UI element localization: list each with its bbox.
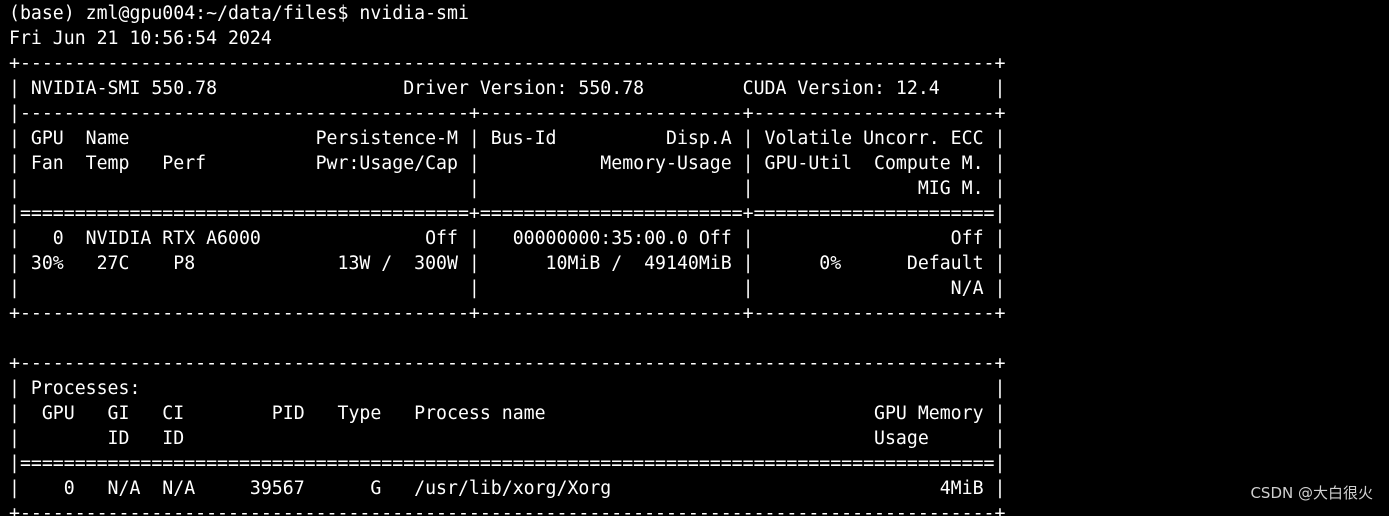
gpu-table-data-row-2: | 30% 27C P8 13W / 300W | 10MiB / 49140M…	[9, 253, 1006, 274]
process-table-double-separator: |=======================================…	[9, 453, 1006, 474]
gpu-table-header-row-1: | GPU Name Persistence-M | Bus-Id Disp.A…	[9, 128, 1006, 149]
gpu-table-double-separator: |=======================================…	[9, 203, 1006, 224]
gpu-table-header-row-3: | | | MIG M. |	[9, 178, 1006, 199]
gpu-table-top-border: +---------------------------------------…	[9, 53, 1006, 74]
gpu-table-data-row-1: | 0 NVIDIA RTX A6000 Off | 00000000:35:0…	[9, 228, 1006, 249]
shell-prompt-line: (base) zml@gpu004:~/data/files$ nvidia-s…	[9, 3, 469, 24]
gpu-table-data-row-3: | | | N/A |	[9, 278, 1006, 299]
gpu-table-header-row-2: | Fan Temp Perf Pwr:Usage/Cap | Memory-U…	[9, 153, 1006, 174]
gpu-table-separator: |---------------------------------------…	[9, 103, 1006, 124]
process-table-row: | 0 N/A N/A 39567 G /usr/lib/xorg/Xorg 4…	[9, 478, 1006, 499]
process-table-header-row-1: | GPU GI CI PID Type Process name GPU Me…	[9, 403, 1006, 424]
terminal-window[interactable]: (base) zml@gpu004:~/data/files$ nvidia-s…	[0, 0, 1389, 516]
gpu-table-version-row: | NVIDIA-SMI 550.78 Driver Version: 550.…	[9, 78, 1006, 99]
process-table-bottom-border: +---------------------------------------…	[9, 503, 1006, 516]
process-table-top-border: +---------------------------------------…	[9, 353, 1006, 374]
process-table-title-row: | Processes: |	[9, 378, 1006, 399]
process-table-header-row-2: | ID ID Usage |	[9, 428, 1006, 449]
gpu-table-bottom-border: +---------------------------------------…	[9, 303, 1006, 324]
timestamp-line: Fri Jun 21 10:56:54 2024	[9, 28, 272, 49]
watermark-text: CSDN @大白很火	[1250, 484, 1373, 502]
